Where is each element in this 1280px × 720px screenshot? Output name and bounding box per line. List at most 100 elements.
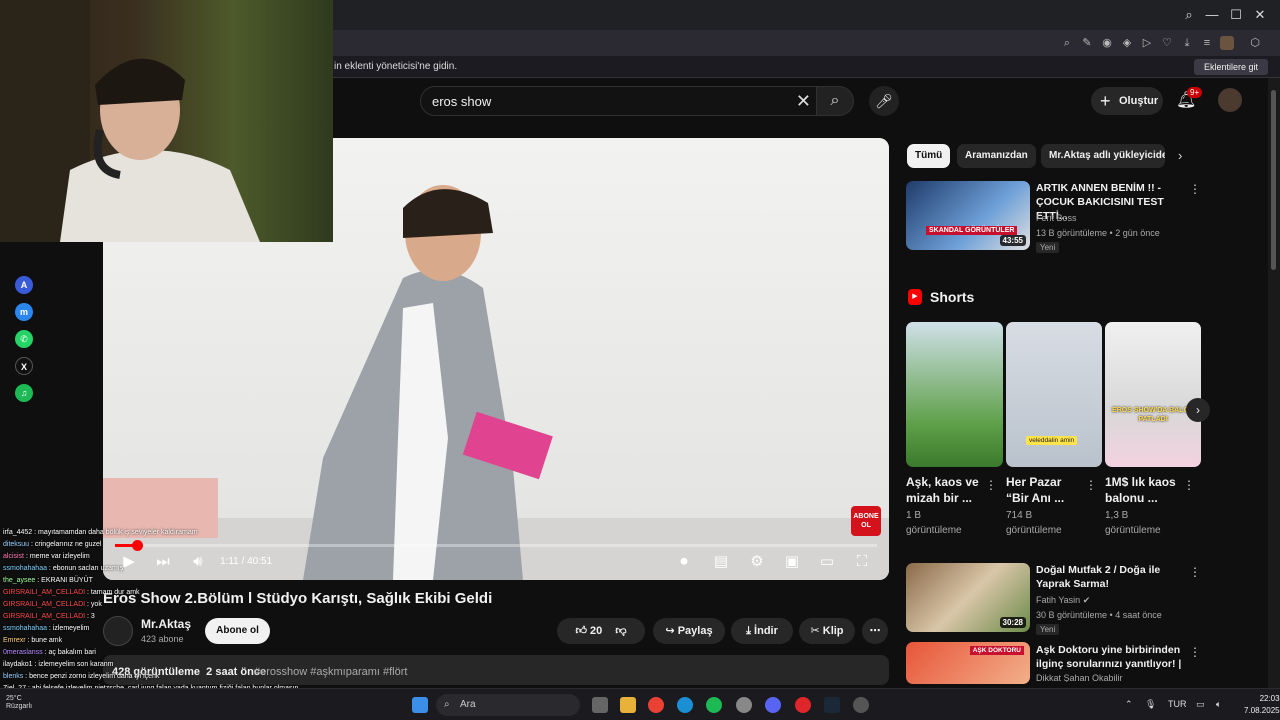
- clear-search-icon[interactable]: ✕: [796, 91, 811, 112]
- more-vert-icon[interactable]: ⋮: [1189, 645, 1201, 659]
- clip-button[interactable]: ✂ Klip: [799, 618, 855, 644]
- dislike-button[interactable]: 👎︎: [615, 625, 626, 637]
- related-thumbnail[interactable]: SKANDAL GÖRÜNTÜLER 43:55: [906, 181, 1030, 250]
- page-scrollbar[interactable]: [1268, 78, 1280, 688]
- extensions-icon[interactable]: ⬡: [1248, 36, 1262, 50]
- subtitles-icon[interactable]: ▤: [711, 552, 731, 572]
- file-explorer-icon[interactable]: [620, 697, 636, 713]
- search-icon: ⌕: [444, 699, 450, 710]
- zoom-icon[interactable]: ⌕: [1060, 36, 1074, 50]
- more-vert-icon[interactable]: ⋮: [1085, 478, 1097, 492]
- share-button[interactable]: ↪ Paylaş: [653, 618, 725, 644]
- download-icon[interactable]: ⤓: [1180, 36, 1194, 50]
- go-to-extensions-button[interactable]: Eklentilere git: [1193, 59, 1268, 75]
- more-vert-icon[interactable]: ⋮: [985, 478, 997, 492]
- shield-icon[interactable]: ◈: [1120, 36, 1134, 50]
- shorts-icon: ▶: [908, 289, 922, 305]
- clock-time: 22:03: [1259, 694, 1280, 703]
- settings-icon[interactable]: ⚙: [747, 552, 767, 572]
- hashtags[interactable]: #erosshow #aşkmıparamı #flört: [254, 666, 407, 678]
- chevron-up-icon[interactable]: ⌃: [1125, 699, 1133, 710]
- related-thumbnail[interactable]: 30:28: [906, 563, 1030, 632]
- scrollbar-thumb[interactable]: [1271, 90, 1276, 270]
- menu-icon[interactable]: ≡: [1200, 36, 1214, 50]
- chat-username: ssmohahahaa: [3, 625, 47, 632]
- steam-icon[interactable]: [824, 697, 840, 713]
- search-input[interactable]: eros show ✕: [420, 86, 820, 116]
- related-channel[interactable]: Fatih Yasin ✔: [1036, 594, 1090, 607]
- app-icon[interactable]: [736, 697, 752, 713]
- chevron-right-icon[interactable]: ›: [1178, 148, 1182, 163]
- like-button[interactable]: 👍︎ 20: [575, 625, 602, 637]
- related-channel[interactable]: Dikkat Şahan Okabilir: [1036, 672, 1123, 682]
- account-avatar[interactable]: [1218, 88, 1242, 112]
- short-views: 1,3 B görüntüleme: [1105, 508, 1161, 538]
- short-thumbnail[interactable]: veleddalin amin: [1006, 322, 1102, 467]
- more-actions-button[interactable]: ⋯: [862, 618, 888, 644]
- related-title[interactable]: Aşk Doktoru yine birbirinden ilginç soru…: [1036, 643, 1184, 671]
- camera-icon[interactable]: ◉: [1100, 36, 1114, 50]
- x-twitter-icon: X: [15, 357, 33, 375]
- short-title[interactable]: 1M$ lık kaos balonu ...: [1105, 474, 1181, 506]
- heart-icon[interactable]: ♡: [1160, 36, 1174, 50]
- chip-from-search[interactable]: Aramanızdan: [957, 144, 1036, 168]
- more-vert-icon[interactable]: ⋮: [1189, 565, 1201, 579]
- microphone-icon[interactable]: 🎙︎: [1145, 699, 1156, 710]
- edge-icon[interactable]: [677, 697, 693, 713]
- edit-icon[interactable]: ✎: [1080, 36, 1094, 50]
- search-icon[interactable]: ⌕: [1180, 6, 1198, 24]
- related-channel[interactable]: Ferit Boss: [1036, 212, 1077, 225]
- chat-message: ssmohahahaa : ebonun sacları uzamış: [3, 564, 123, 573]
- related-meta: 13 B görüntüleme • 2 gün önce: [1036, 228, 1160, 238]
- theater-mode-icon[interactable]: ▭: [817, 552, 837, 572]
- create-button[interactable]: + Oluştur: [1091, 87, 1163, 115]
- search-button[interactable]: ⌕: [816, 86, 854, 116]
- miniplayer-icon[interactable]: ▣: [782, 552, 802, 572]
- obs-icon[interactable]: [853, 697, 869, 713]
- chat-username: ssmohahahaa: [3, 565, 47, 572]
- maximize-icon[interactable]: ☐: [1227, 6, 1245, 24]
- chat-username: GIRSRAILI_AM_CELLADI: [3, 589, 86, 596]
- volume-icon[interactable]: 🔈︎: [1216, 699, 1221, 710]
- spotify-icon[interactable]: [706, 697, 722, 713]
- download-icon: ⤓: [746, 625, 751, 637]
- download-button[interactable]: ⤓ İndir: [731, 618, 793, 644]
- chat-text: : tamam dur amk: [85, 589, 140, 596]
- related-title[interactable]: Doğal Mutfak 2 / Doğa ile Yaprak Sarma!: [1036, 563, 1184, 591]
- short-thumbnail[interactable]: [906, 322, 1003, 467]
- network-icon[interactable]: ▭: [1196, 699, 1205, 710]
- short-view-count: 1 B: [906, 510, 922, 521]
- shorts-next-button[interactable]: ›: [1186, 398, 1210, 422]
- short-thumbnail[interactable]: EROS SHOW'DA BALON PATLADI: [1105, 322, 1201, 467]
- voice-search-button[interactable]: 🎤︎: [869, 86, 899, 116]
- taskbar-search[interactable]: ⌕ Ara: [436, 694, 580, 716]
- windows-start-icon[interactable]: [412, 697, 428, 713]
- chat-text: : bence penzi zorno izleyelim daha iyi i…: [23, 673, 160, 680]
- close-icon[interactable]: ✕: [1251, 6, 1269, 24]
- messenger-icon: m: [15, 303, 33, 321]
- duration: 43:55: [999, 235, 1026, 246]
- play-icon[interactable]: ▷: [1140, 36, 1154, 50]
- task-view-icon[interactable]: [592, 697, 608, 713]
- discord-icon[interactable]: [765, 697, 781, 713]
- profile-avatar[interactable]: [1220, 36, 1234, 50]
- chip-uploader[interactable]: Mr.Aktaş adlı yükleyiciden: [1041, 144, 1165, 168]
- weather-widget[interactable]: 25°C Rüzgarlı: [6, 695, 32, 711]
- more-vert-icon[interactable]: ⋮: [1189, 182, 1201, 196]
- plus-icon: +: [1100, 91, 1111, 111]
- chrome-icon[interactable]: [648, 697, 664, 713]
- subscribe-watermark[interactable]: ABONE OL: [851, 506, 881, 536]
- system-clock[interactable]: 22:03 7.08.2025: [1244, 693, 1280, 717]
- language-indicator[interactable]: TUR: [1168, 699, 1187, 709]
- chip-all[interactable]: Tümü: [907, 144, 951, 168]
- opera-icon[interactable]: [795, 697, 811, 713]
- short-title[interactable]: Aşk, kaos ve mizah bir ...: [906, 474, 980, 506]
- chat-text: : mayıtamamdan daha bölük iş seviyeler k…: [32, 529, 198, 536]
- short-title[interactable]: Her Pazar “Bir Anı ...: [1006, 474, 1080, 506]
- fullscreen-icon[interactable]: ⛶: [852, 552, 872, 572]
- autoplay-toggle[interactable]: ⏺: [671, 552, 697, 572]
- thumbs-down-icon: 👎︎: [615, 625, 627, 637]
- minimize-icon[interactable]: —: [1203, 6, 1221, 24]
- related-thumbnail[interactable]: AŞK DOKTORU: [906, 642, 1030, 684]
- more-vert-icon[interactable]: ⋮: [1183, 478, 1195, 492]
